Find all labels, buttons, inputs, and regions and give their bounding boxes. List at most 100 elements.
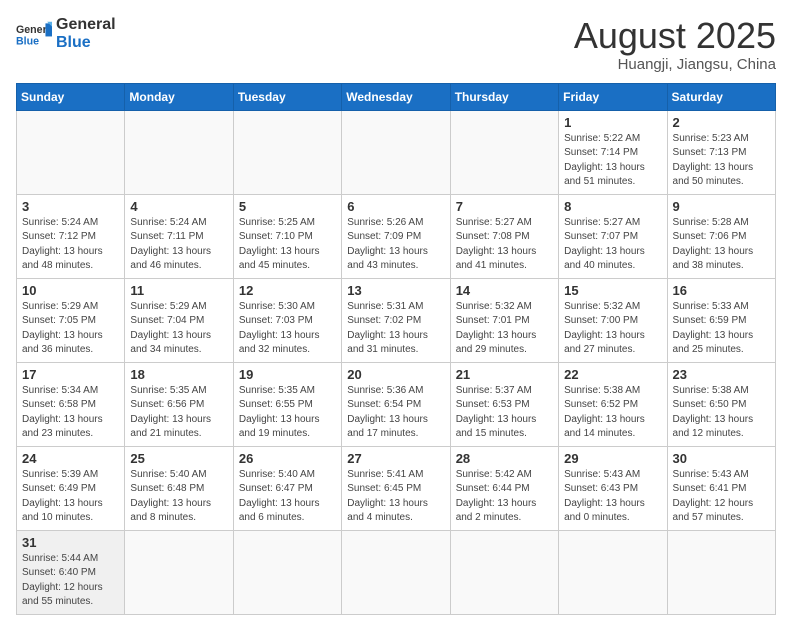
day-number: 19 xyxy=(239,367,336,382)
day-info: Sunrise: 5:35 AMSunset: 6:56 PMDaylight:… xyxy=(130,384,227,442)
day-number: 2 xyxy=(673,115,770,130)
day-number: 31 xyxy=(22,535,119,550)
weekday-header-thursday: Thursday xyxy=(450,83,558,110)
calendar-cell xyxy=(17,110,125,194)
calendar-cell: 18Sunrise: 5:35 AMSunset: 6:56 PMDayligh… xyxy=(125,362,233,446)
calendar-cell: 31 Sunrise: 5:44 AMSunset: 6:40 PMDayligh… xyxy=(17,530,125,614)
calendar-cell: 15 Sunrise: 5:32 AMSunset: 7:00 PMDayligh… xyxy=(559,278,667,362)
calendar-cell xyxy=(450,110,558,194)
calendar-cell: 13 Sunrise: 5:31 AMSunset: 7:02 PMDayligh… xyxy=(342,278,450,362)
weekday-header-saturday: Saturday xyxy=(667,83,775,110)
calendar-cell xyxy=(125,530,233,614)
calendar-cell: 4Sunrise: 5:24 AMSunset: 7:11 PMDaylight… xyxy=(125,194,233,278)
calendar-cell xyxy=(667,530,775,614)
day-number: 12 xyxy=(239,283,336,298)
day-info: Sunrise: 5:32 AMSunset: 7:01 PMDaylight:… xyxy=(456,300,553,358)
day-number: 21 xyxy=(456,367,553,382)
day-number: 23 xyxy=(673,367,770,382)
day-number: 30 xyxy=(673,451,770,466)
calendar-cell: 12 Sunrise: 5:30 AMSunset: 7:03 PMDayligh… xyxy=(233,278,341,362)
day-info: Sunrise: 5:44 AMSunset: 6:40 PMDaylight:… xyxy=(22,552,119,610)
day-info: Sunrise: 5:24 AMSunset: 7:12 PMDaylight:… xyxy=(22,216,119,274)
calendar-week-row: 10 Sunrise: 5:29 AMSunset: 7:05 PMDayligh… xyxy=(17,278,776,362)
day-number: 13 xyxy=(347,283,444,298)
weekday-header-sunday: Sunday xyxy=(17,83,125,110)
day-info: Sunrise: 5:36 AMSunset: 6:54 PMDaylight:… xyxy=(347,384,444,442)
day-number: 5 xyxy=(239,199,336,214)
day-info: Sunrise: 5:29 AMSunset: 7:04 PMDaylight:… xyxy=(130,300,227,358)
day-number: 3 xyxy=(22,199,119,214)
day-number: 25 xyxy=(130,451,227,466)
day-number: 16 xyxy=(673,283,770,298)
calendar-week-row: 17Sunrise: 5:34 AMSunset: 6:58 PMDayligh… xyxy=(17,362,776,446)
svg-text:Blue: Blue xyxy=(16,35,39,47)
day-info: Sunrise: 5:35 AMSunset: 6:55 PMDaylight:… xyxy=(239,384,336,442)
day-info: Sunrise: 5:37 AMSunset: 6:53 PMDaylight:… xyxy=(456,384,553,442)
day-number: 26 xyxy=(239,451,336,466)
page-header: General Blue General Blue August 2025 Hu… xyxy=(16,16,776,73)
day-info: Sunrise: 5:32 AMSunset: 7:00 PMDaylight:… xyxy=(564,300,661,358)
day-number: 7 xyxy=(456,199,553,214)
calendar-table: SundayMondayTuesdayWednesdayThursdayFrid… xyxy=(16,83,776,615)
day-info: Sunrise: 5:29 AMSunset: 7:05 PMDaylight:… xyxy=(22,300,119,358)
weekday-header-monday: Monday xyxy=(125,83,233,110)
calendar-cell: 5 Sunrise: 5:25 AMSunset: 7:10 PMDaylight… xyxy=(233,194,341,278)
calendar-cell: 27Sunrise: 5:41 AMSunset: 6:45 PMDayligh… xyxy=(342,446,450,530)
month-year-title: August 2025 xyxy=(574,16,776,56)
day-info: Sunrise: 5:40 AMSunset: 6:47 PMDaylight:… xyxy=(239,468,336,526)
day-info: Sunrise: 5:30 AMSunset: 7:03 PMDaylight:… xyxy=(239,300,336,358)
day-number: 17 xyxy=(22,367,119,382)
calendar-cell: 30 Sunrise: 5:43 AMSunset: 6:41 PMDayligh… xyxy=(667,446,775,530)
calendar-header-row: SundayMondayTuesdayWednesdayThursdayFrid… xyxy=(17,83,776,110)
day-number: 1 xyxy=(564,115,661,130)
calendar-cell: 9 Sunrise: 5:28 AMSunset: 7:06 PMDaylight… xyxy=(667,194,775,278)
day-info: Sunrise: 5:23 AMSunset: 7:13 PMDaylight:… xyxy=(673,132,770,190)
calendar-week-row: 24Sunrise: 5:39 AMSunset: 6:49 PMDayligh… xyxy=(17,446,776,530)
day-number: 11 xyxy=(130,283,227,298)
day-info: Sunrise: 5:27 AMSunset: 7:07 PMDaylight:… xyxy=(564,216,661,274)
logo-icon: General Blue xyxy=(16,20,52,48)
day-info: Sunrise: 5:26 AMSunset: 7:09 PMDaylight:… xyxy=(347,216,444,274)
calendar-cell: 11 Sunrise: 5:29 AMSunset: 7:04 PMDayligh… xyxy=(125,278,233,362)
day-number: 6 xyxy=(347,199,444,214)
calendar-cell: 21 Sunrise: 5:37 AMSunset: 6:53 PMDayligh… xyxy=(450,362,558,446)
calendar-cell: 10 Sunrise: 5:29 AMSunset: 7:05 PMDayligh… xyxy=(17,278,125,362)
day-info: Sunrise: 5:43 AMSunset: 6:41 PMDaylight:… xyxy=(673,468,770,526)
calendar-week-row: 1Sunrise: 5:22 AMSunset: 7:14 PMDaylight… xyxy=(17,110,776,194)
calendar-cell: 26 Sunrise: 5:40 AMSunset: 6:47 PMDayligh… xyxy=(233,446,341,530)
calendar-cell: 14Sunrise: 5:32 AMSunset: 7:01 PMDayligh… xyxy=(450,278,558,362)
logo: General Blue General Blue xyxy=(16,16,116,51)
day-info: Sunrise: 5:31 AMSunset: 7:02 PMDaylight:… xyxy=(347,300,444,358)
calendar-cell xyxy=(450,530,558,614)
weekday-header-friday: Friday xyxy=(559,83,667,110)
logo-general-text: General xyxy=(56,16,116,34)
calendar-cell: 1Sunrise: 5:22 AMSunset: 7:14 PMDaylight… xyxy=(559,110,667,194)
day-number: 10 xyxy=(22,283,119,298)
calendar-cell: 20 Sunrise: 5:36 AMSunset: 6:54 PMDayligh… xyxy=(342,362,450,446)
day-info: Sunrise: 5:28 AMSunset: 7:06 PMDaylight:… xyxy=(673,216,770,274)
day-number: 9 xyxy=(673,199,770,214)
day-number: 15 xyxy=(564,283,661,298)
day-number: 29 xyxy=(564,451,661,466)
day-info: Sunrise: 5:25 AMSunset: 7:10 PMDaylight:… xyxy=(239,216,336,274)
day-info: Sunrise: 5:38 AMSunset: 6:50 PMDaylight:… xyxy=(673,384,770,442)
calendar-cell: 23 Sunrise: 5:38 AMSunset: 6:50 PMDayligh… xyxy=(667,362,775,446)
day-number: 8 xyxy=(564,199,661,214)
calendar-week-row: 31 Sunrise: 5:44 AMSunset: 6:40 PMDayligh… xyxy=(17,530,776,614)
calendar-cell xyxy=(233,110,341,194)
day-number: 27 xyxy=(347,451,444,466)
weekday-header-wednesday: Wednesday xyxy=(342,83,450,110)
calendar-cell xyxy=(125,110,233,194)
day-number: 24 xyxy=(22,451,119,466)
day-info: Sunrise: 5:40 AMSunset: 6:48 PMDaylight:… xyxy=(130,468,227,526)
calendar-cell xyxy=(342,110,450,194)
day-info: Sunrise: 5:38 AMSunset: 6:52 PMDaylight:… xyxy=(564,384,661,442)
day-info: Sunrise: 5:42 AMSunset: 6:44 PMDaylight:… xyxy=(456,468,553,526)
day-number: 20 xyxy=(347,367,444,382)
logo-blue-text: Blue xyxy=(56,34,116,52)
title-area: August 2025 Huangji, Jiangsu, China xyxy=(574,16,776,73)
calendar-cell: 17Sunrise: 5:34 AMSunset: 6:58 PMDayligh… xyxy=(17,362,125,446)
day-number: 22 xyxy=(564,367,661,382)
day-number: 4 xyxy=(130,199,227,214)
calendar-cell: 19 Sunrise: 5:35 AMSunset: 6:55 PMDayligh… xyxy=(233,362,341,446)
